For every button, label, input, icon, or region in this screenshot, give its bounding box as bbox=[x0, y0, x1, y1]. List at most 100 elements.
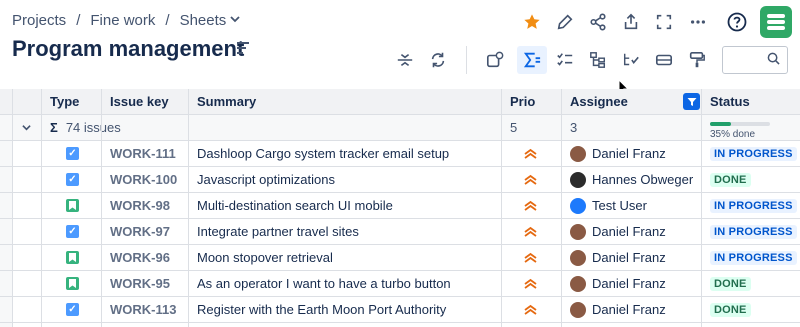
cell-type[interactable]: ✓ bbox=[42, 141, 102, 166]
cell-status[interactable]: DONE bbox=[702, 271, 800, 296]
cell-assignee[interactable]: Test User bbox=[562, 193, 702, 218]
fullscreen-icon[interactable] bbox=[652, 10, 676, 34]
issue-count: 74 issues bbox=[65, 120, 121, 135]
cell-issue-key[interactable]: WORK-100 bbox=[102, 167, 189, 192]
cell-issue-key[interactable]: WORK-98 bbox=[102, 193, 189, 218]
cell-summary[interactable]: Javascript optimizations bbox=[189, 167, 502, 192]
cell-type[interactable]: ✓ bbox=[42, 167, 102, 192]
breadcrumb-separator: / bbox=[76, 12, 81, 29]
summary-assignee: 3 bbox=[570, 120, 578, 135]
assignee-name: Daniel Franz bbox=[592, 224, 666, 239]
collapse-icon[interactable] bbox=[14, 115, 42, 140]
cell-summary[interactable]: Dashloop Cargo system tracker email setu… bbox=[189, 141, 502, 166]
table-header: Type Issue key Summary Prio Assignee Sta… bbox=[0, 89, 800, 115]
column-header-type[interactable]: Type bbox=[42, 89, 102, 114]
table-row[interactable]: WORK-98 Multi-destination search UI mobil… bbox=[0, 193, 800, 219]
hierarchy-icon[interactable] bbox=[583, 46, 613, 74]
cell-prio[interactable] bbox=[502, 219, 562, 244]
cell-summary[interactable]: Register with the Earth Moon Port Author… bbox=[189, 297, 502, 322]
cell-prio[interactable] bbox=[502, 297, 562, 322]
story-type-icon bbox=[66, 277, 79, 290]
cell-status[interactable]: IN PROGRESS bbox=[702, 193, 800, 218]
cell-summary[interactable]: Multi-destination search UI mobile bbox=[189, 193, 502, 218]
table-row[interactable]: ✓ WORK-97 Integrate partner travel sites Da… bbox=[0, 219, 800, 245]
cell-status[interactable]: DONE bbox=[702, 167, 800, 192]
cell-assignee[interactable]: Daniel Franz bbox=[562, 219, 702, 244]
breadcrumb-projects[interactable]: Projects bbox=[12, 12, 66, 29]
cell-assignee[interactable]: Daniel Franz bbox=[562, 271, 702, 296]
cell-issue-key[interactable]: WORK-111 bbox=[102, 141, 189, 166]
table-row[interactable]: WORK-96 Moon stopover retrieval Daniel Fra… bbox=[0, 245, 800, 271]
column-header-prio[interactable]: Prio bbox=[502, 89, 562, 114]
avatar bbox=[570, 171, 586, 188]
assignee-name: Daniel Franz bbox=[592, 276, 666, 291]
star-icon[interactable] bbox=[520, 10, 544, 34]
cell-issue-key[interactable]: WORK-96 bbox=[102, 245, 189, 270]
cell-assignee[interactable]: Daniel Franz bbox=[562, 245, 702, 270]
cell-assignee[interactable]: Hannes Obweger bbox=[562, 167, 702, 192]
cell-status[interactable]: IN PROGRESS bbox=[702, 141, 800, 166]
checklist-icon[interactable] bbox=[550, 46, 580, 74]
table-row[interactable]: ✓ WORK-113 Register with the Earth Moon Po… bbox=[0, 297, 800, 323]
assignee-name: Daniel Franz bbox=[592, 250, 666, 265]
breadcrumb-fine-work[interactable]: Fine work bbox=[90, 12, 155, 29]
cell-prio[interactable] bbox=[502, 167, 562, 192]
status-badge: IN PROGRESS bbox=[710, 146, 797, 161]
refresh-icon[interactable] bbox=[423, 46, 453, 74]
search-input[interactable] bbox=[722, 46, 788, 74]
format-painter-icon[interactable] bbox=[682, 46, 712, 74]
cell-assignee[interactable]: Daniel Franz bbox=[562, 297, 702, 322]
cell-summary[interactable]: As an operator I want to have a turbo bu… bbox=[189, 271, 502, 296]
cell-issue-key[interactable]: WORK-95 bbox=[102, 271, 189, 296]
cell-summary[interactable]: Integrate partner travel sites bbox=[189, 219, 502, 244]
cell-type[interactable]: ✓ bbox=[42, 219, 102, 244]
cell-status[interactable]: IN PROGRESS bbox=[702, 219, 800, 244]
story-type-icon bbox=[66, 251, 79, 264]
cell-type[interactable]: ✓ bbox=[42, 297, 102, 322]
status-badge: IN PROGRESS bbox=[710, 224, 797, 239]
status-badge: IN PROGRESS bbox=[710, 250, 797, 265]
sum-icon[interactable] bbox=[517, 46, 547, 74]
status-progress-bar bbox=[710, 122, 770, 126]
chevron-down-icon[interactable] bbox=[230, 14, 240, 27]
cell-prio[interactable] bbox=[502, 245, 562, 270]
help-icon[interactable] bbox=[725, 10, 749, 34]
priority-high-icon bbox=[524, 174, 537, 185]
table-row[interactable]: ✓ WORK-111 Dashloop Cargo system tracker e… bbox=[0, 141, 800, 167]
table-row[interactable]: ✓ WORK-100 Javascript optimizations Hannes … bbox=[0, 167, 800, 193]
filter-icon[interactable] bbox=[683, 93, 700, 110]
summary-prio: 5 bbox=[510, 120, 518, 135]
export-icon[interactable] bbox=[619, 10, 643, 34]
column-header-issue-key[interactable]: Issue key bbox=[102, 89, 189, 114]
title-menu-icon[interactable] bbox=[237, 42, 249, 54]
task-type-icon: ✓ bbox=[66, 173, 79, 186]
filter-list-icon[interactable] bbox=[616, 46, 646, 74]
cell-prio[interactable] bbox=[502, 141, 562, 166]
breadcrumb-sheets[interactable]: Sheets bbox=[180, 12, 227, 29]
app-logo[interactable] bbox=[760, 6, 792, 38]
cell-type[interactable] bbox=[42, 245, 102, 270]
more-icon[interactable] bbox=[686, 10, 710, 34]
cell-type[interactable] bbox=[42, 193, 102, 218]
cell-issue-key[interactable]: WORK-113 bbox=[102, 297, 189, 322]
cell-prio[interactable] bbox=[502, 271, 562, 296]
pencil-icon[interactable] bbox=[553, 10, 577, 34]
cell-issue-key[interactable]: WORK-97 bbox=[102, 219, 189, 244]
cell-assignee[interactable]: Daniel Franz bbox=[562, 141, 702, 166]
status-badge: DONE bbox=[710, 302, 751, 317]
share-icon[interactable] bbox=[586, 10, 610, 34]
status-badge: DONE bbox=[710, 276, 751, 291]
card-icon[interactable] bbox=[649, 46, 679, 74]
cell-type[interactable] bbox=[42, 271, 102, 296]
column-header-summary[interactable]: Summary bbox=[189, 89, 502, 114]
cell-summary[interactable]: Moon stopover retrieval bbox=[189, 245, 502, 270]
row-height-icon[interactable] bbox=[390, 46, 420, 74]
cell-prio[interactable] bbox=[502, 193, 562, 218]
cell-status[interactable]: IN PROGRESS bbox=[702, 245, 800, 270]
column-header-status[interactable]: Status bbox=[702, 89, 800, 114]
column-header-assignee[interactable]: Assignee bbox=[562, 89, 702, 114]
table-row[interactable]: WORK-95 As an operator I want to have a t… bbox=[0, 271, 800, 297]
cell-status[interactable]: DONE bbox=[702, 297, 800, 322]
add-view-icon[interactable] bbox=[480, 46, 510, 74]
assignee-name: Test User bbox=[592, 198, 647, 213]
